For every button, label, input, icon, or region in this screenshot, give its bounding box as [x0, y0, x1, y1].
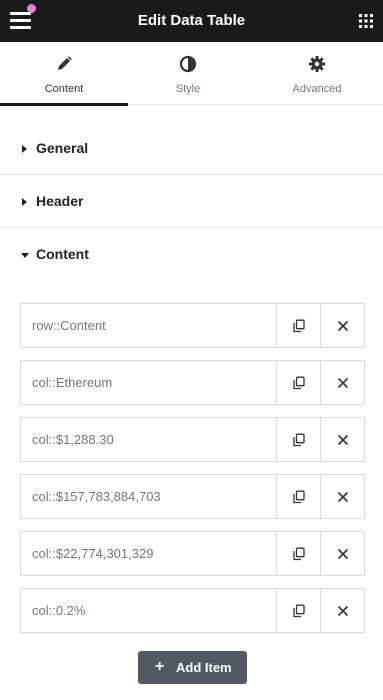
copy-icon: [292, 319, 305, 332]
add-item-label: Add Item: [176, 660, 232, 675]
copy-icon: [292, 490, 305, 503]
tab-style[interactable]: Style: [124, 42, 252, 105]
section-header[interactable]: Header: [0, 176, 383, 228]
tab-advanced[interactable]: Advanced: [253, 42, 381, 105]
repeater-item: col::$22,774,301,329: [20, 531, 365, 576]
gear-icon: [308, 55, 326, 73]
remove-button[interactable]: [320, 532, 364, 575]
item-title[interactable]: col::Ethereum: [32, 375, 112, 390]
panel-title: Edit Data Table: [137, 12, 246, 29]
copy-icon: [292, 547, 305, 560]
tab-content[interactable]: Content: [0, 42, 128, 106]
duplicate-button[interactable]: [276, 361, 320, 404]
caret-right-icon: [22, 145, 27, 153]
apps-grid-icon[interactable]: [359, 14, 373, 28]
repeater-item: col::Ethereum: [20, 360, 365, 405]
remove-button[interactable]: [320, 475, 364, 518]
repeater-item: col::$1,288.30: [20, 417, 365, 462]
copy-icon: [292, 376, 305, 389]
close-icon: [337, 377, 348, 388]
duplicate-button[interactable]: [276, 532, 320, 575]
copy-icon: [292, 433, 305, 446]
top-bar: Edit Data Table: [0, 0, 383, 42]
close-icon: [337, 320, 348, 331]
close-icon: [337, 491, 348, 502]
close-icon: [337, 605, 348, 616]
editor-tabs: Content Style Advanced: [0, 42, 383, 106]
pencil-icon: [55, 55, 73, 73]
remove-button[interactable]: [320, 361, 364, 404]
item-title[interactable]: col::0.2%: [32, 603, 85, 618]
remove-button[interactable]: [320, 304, 364, 347]
section-label: Header: [36, 193, 84, 209]
item-title[interactable]: row::Content: [32, 318, 106, 333]
close-icon: [337, 434, 348, 445]
duplicate-button[interactable]: [276, 418, 320, 461]
add-item-button[interactable]: + Add Item: [138, 651, 247, 684]
item-title[interactable]: col::$1,288.30: [32, 432, 114, 447]
repeater-item: row::Content: [20, 303, 365, 348]
tab-label: Style: [175, 83, 201, 95]
plus-icon: +: [155, 658, 165, 675]
remove-button[interactable]: [320, 418, 364, 461]
duplicate-button[interactable]: [276, 589, 320, 632]
copy-icon: [292, 604, 305, 617]
section-label: General: [36, 140, 89, 156]
repeater-item: col::0.2%: [20, 588, 365, 633]
repeater-item: col::$157,783,884,703: [20, 474, 365, 519]
caret-right-icon: [22, 198, 27, 206]
caret-down-icon: [21, 253, 29, 258]
remove-button[interactable]: [320, 589, 364, 632]
item-title[interactable]: col::$157,783,884,703: [32, 489, 161, 504]
close-icon: [337, 548, 348, 559]
duplicate-button[interactable]: [276, 475, 320, 518]
duplicate-button[interactable]: [276, 304, 320, 347]
item-title[interactable]: col::$22,774,301,329: [32, 546, 153, 561]
section-content[interactable]: Content: [0, 229, 383, 281]
tab-label: Advanced: [292, 83, 342, 95]
half-circle-icon: [179, 55, 197, 73]
section-general[interactable]: General: [0, 123, 383, 175]
tab-label: Content: [44, 83, 84, 95]
section-label: Content: [36, 246, 89, 262]
